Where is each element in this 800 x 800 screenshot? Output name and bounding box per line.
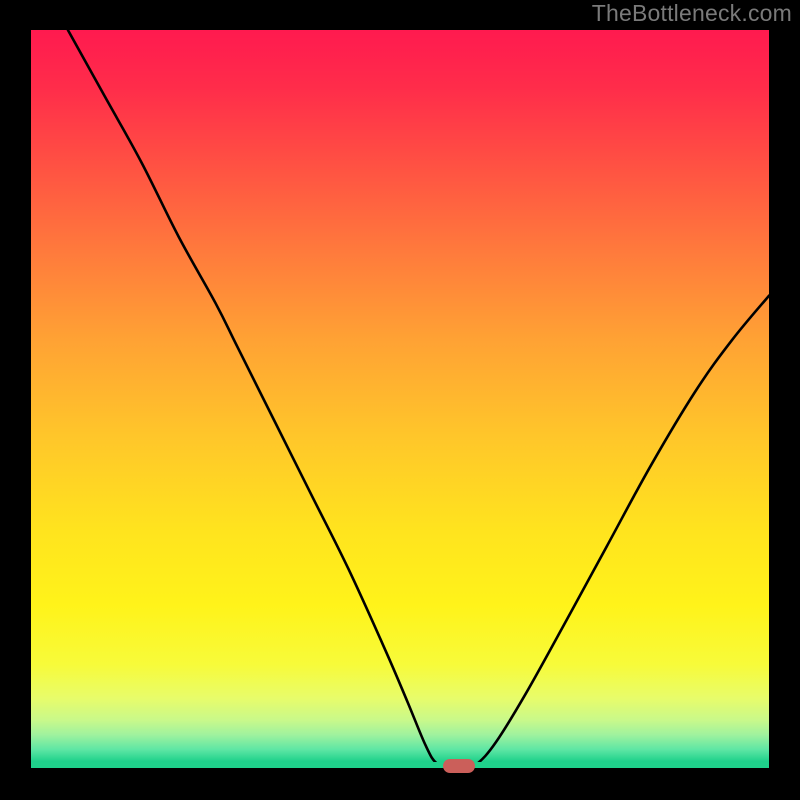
optimum-marker bbox=[443, 759, 475, 773]
bottleneck-curve bbox=[31, 30, 769, 768]
chart-frame: TheBottleneck.com bbox=[0, 0, 800, 800]
plot-area bbox=[31, 30, 769, 768]
baseline-band bbox=[31, 762, 769, 768]
watermark-text: TheBottleneck.com bbox=[592, 0, 792, 27]
